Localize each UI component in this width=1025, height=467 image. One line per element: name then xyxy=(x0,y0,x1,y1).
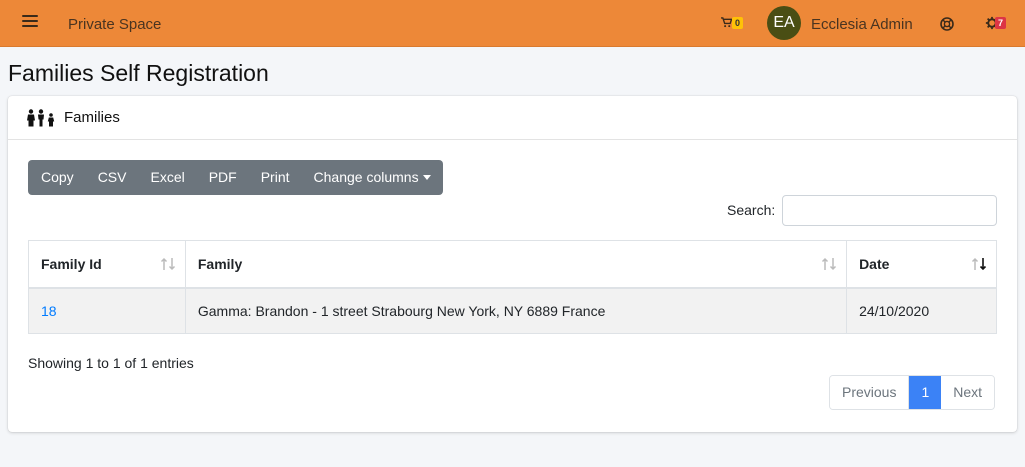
help-button[interactable] xyxy=(939,16,955,32)
search-input[interactable] xyxy=(782,195,997,226)
caret-down-icon xyxy=(422,174,431,180)
csv-button[interactable]: CSV xyxy=(86,160,139,195)
sort-descending-icon xyxy=(971,257,987,271)
page-title: Families Self Registration xyxy=(8,60,269,86)
search-label: Search: xyxy=(727,202,776,218)
family-icon xyxy=(27,109,55,127)
cart-icon xyxy=(721,17,732,28)
export-button-group: Copy CSV Excel PDF Print Change columns xyxy=(28,160,443,195)
excel-button[interactable]: Excel xyxy=(138,160,196,195)
life-ring-icon xyxy=(940,17,954,31)
column-header-label: Family Id xyxy=(41,255,102,272)
print-button[interactable]: Print xyxy=(249,160,302,195)
cell-date: 24/10/2020 xyxy=(846,287,997,334)
sort-icon xyxy=(822,257,837,271)
table-row: 18 Gamma: Brandon - 1 street Strabourg N… xyxy=(28,287,997,334)
cell-family: Gamma: Brandon - 1 street Strabourg New … xyxy=(184,287,848,334)
nav-brand-link[interactable]: Private Space xyxy=(68,16,161,33)
cart-button[interactable]: 0 xyxy=(721,16,749,32)
change-columns-dropdown[interactable]: Change columns xyxy=(302,160,443,195)
change-columns-label: Change columns xyxy=(313,169,419,185)
settings-button[interactable]: 7 xyxy=(985,16,1013,32)
settings-count-badge: 7 xyxy=(995,17,1007,29)
previous-page-button[interactable]: Previous xyxy=(830,376,910,409)
copy-button[interactable]: Copy xyxy=(28,160,86,195)
card-title: Families xyxy=(64,109,120,126)
column-header-label: Date xyxy=(859,255,890,272)
table-header-row: Family Id Family Date xyxy=(28,240,997,289)
sort-icon xyxy=(160,257,175,271)
top-navbar: Private Space 0 EA Ecclesia Admin 7 xyxy=(0,0,1025,47)
column-header-label: Family xyxy=(197,255,243,272)
column-header-date[interactable]: Date xyxy=(846,240,997,289)
families-card: Families Copy CSV Excel PDF Print Change… xyxy=(8,96,1017,432)
column-header-family-id[interactable]: Family Id xyxy=(28,240,186,289)
family-id-link[interactable]: 18 xyxy=(41,303,57,319)
avatar[interactable]: EA xyxy=(767,6,801,40)
table-info-text: Showing 1 to 1 of 1 entries xyxy=(28,355,194,371)
card-header: Families xyxy=(8,96,1017,140)
page-1-button[interactable]: 1 xyxy=(909,376,942,409)
pagination: Previous 1 Next xyxy=(829,375,996,410)
next-page-button[interactable]: Next xyxy=(941,376,995,409)
cart-count-badge: 0 xyxy=(732,17,744,29)
column-header-family[interactable]: Family xyxy=(184,240,848,289)
menu-toggle-icon[interactable] xyxy=(22,15,38,31)
cell-family-id: 18 xyxy=(28,287,186,334)
user-menu-link[interactable]: Ecclesia Admin xyxy=(811,16,913,33)
families-table: Family Id Family Date 18 Gamma: Brandon … xyxy=(28,240,997,334)
pdf-button[interactable]: PDF xyxy=(197,160,249,195)
